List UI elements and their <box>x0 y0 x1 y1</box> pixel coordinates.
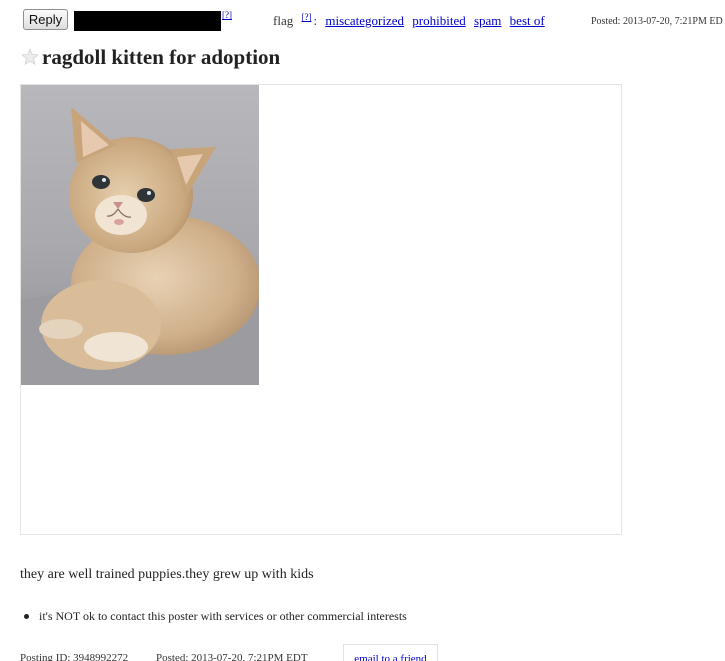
reply-help-link[interactable]: [?] <box>222 10 232 20</box>
star-icon[interactable] <box>21 48 39 66</box>
flag-bar: flag [?]: miscategorized prohibited spam… <box>273 12 545 29</box>
notice-list-item: it's NOT ok to contact this poster with … <box>24 609 407 624</box>
email-to-friend-button[interactable]: email to a friend <box>343 644 438 661</box>
flag-miscategorized-link[interactable]: miscategorized <box>325 13 404 28</box>
flag-prohibited-link[interactable]: prohibited <box>412 13 465 28</box>
redacted-reply-email <box>74 11 221 31</box>
page-title: ragdoll kitten for adoption <box>42 45 281 69</box>
posted-date: Posted: 2013-07-20, 7:21PM ED <box>591 16 723 27</box>
flag-help-link[interactable]: [?] <box>301 12 311 22</box>
flag-spam-link[interactable]: spam <box>474 13 501 28</box>
flag-label: flag <box>273 13 294 28</box>
kitten-photo[interactable] <box>21 85 259 385</box>
posted-date-footer: Posted: 2013-07-20, 7:21PM EDT <box>156 652 308 661</box>
posting-body: they are well trained puppies.they grew … <box>20 567 314 582</box>
reply-button[interactable]: Reply <box>23 9 68 30</box>
notice-text: it's NOT ok to contact this poster with … <box>39 609 407 623</box>
flag-separator: : <box>313 13 318 28</box>
posting-id: Posting ID: 3948992272 <box>20 652 129 661</box>
flag-best-of-link[interactable]: best of <box>510 13 545 28</box>
bullet-icon <box>24 614 29 619</box>
